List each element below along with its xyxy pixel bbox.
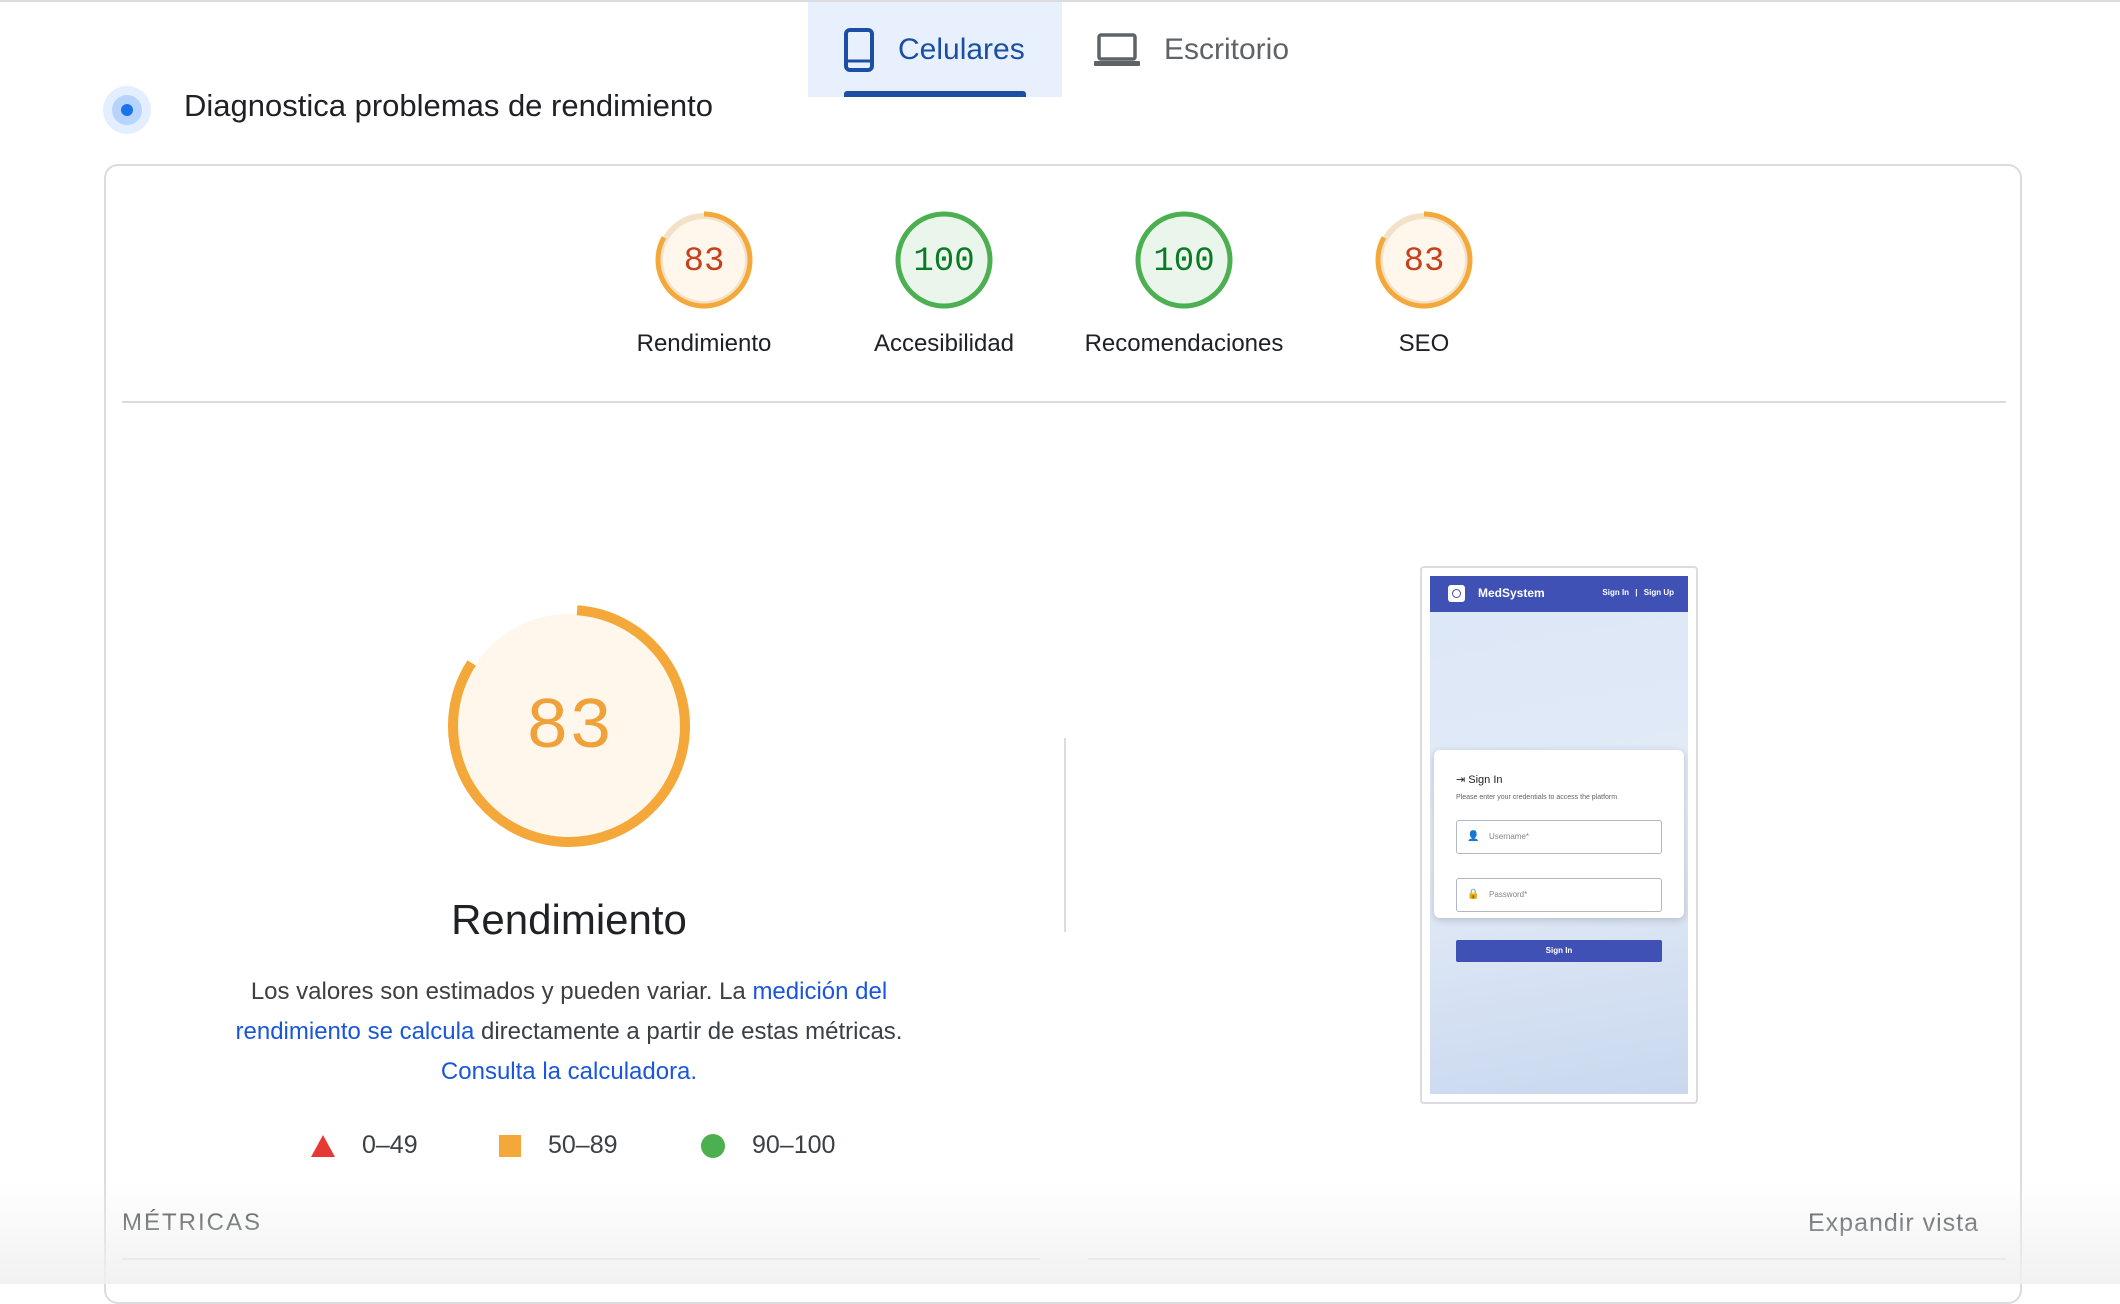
- calculator-link[interactable]: Consulta la calculadora.: [441, 1058, 697, 1085]
- lock-icon: 🔒: [1467, 889, 1480, 900]
- screenshot-card-title: ⇥ Sign In: [1456, 773, 1503, 786]
- performance-score: 83: [526, 687, 612, 769]
- legend-average: 50–89: [498, 1131, 618, 1160]
- desc-text: directamente a partir de estas métricas.: [474, 1018, 903, 1045]
- laptop-icon: [1094, 32, 1140, 66]
- gauge-label: SEO: [1398, 330, 1450, 357]
- gauge-ring: 100: [895, 211, 993, 309]
- mobile-phone-icon: [844, 27, 874, 72]
- gauge-ring: 83: [655, 211, 753, 309]
- legend-pass: 90–100: [700, 1131, 835, 1160]
- gauge-ring: 100: [1135, 211, 1233, 309]
- screenshot-password-placeholder: Password*: [1489, 890, 1528, 899]
- legend-range: 90–100: [752, 1131, 836, 1159]
- performance-description: Los valores son estimados y pueden varia…: [200, 972, 938, 1092]
- divider: [1088, 1258, 2006, 1260]
- tab-desktop-label: Escritorio: [1164, 32, 1290, 66]
- red-triangle-icon: [311, 1134, 335, 1157]
- screenshot-nav-separator: |: [1635, 588, 1638, 597]
- metrics-heading: MÉTRICAS: [122, 1209, 263, 1236]
- screenshot-card-subtitle: Please enter your credentials to access …: [1456, 794, 1618, 801]
- tab-desktop[interactable]: Escritorio: [1094, 2, 1324, 97]
- legend-range: 50–89: [548, 1131, 618, 1159]
- screenshot-signin-card: ⇥ Sign In Please enter your credentials …: [1434, 750, 1684, 962]
- medsystem-logo-icon: [1448, 585, 1465, 602]
- gauge-value: 83: [684, 243, 725, 281]
- divider: [122, 401, 2006, 403]
- gauge-ring: 83: [1375, 211, 1473, 309]
- score-gauge-performance[interactable]: 83 Rendimiento: [604, 210, 804, 358]
- gauge-value: 100: [1153, 243, 1214, 281]
- legend-fail: 0–49: [310, 1131, 418, 1160]
- screenshot-card-title-text: Sign In: [1468, 774, 1503, 786]
- screenshot-sign-up-link: Sign Up: [1643, 588, 1674, 597]
- performance-title: Rendimiento: [451, 896, 687, 943]
- score-gauge-seo[interactable]: 83 SEO: [1324, 210, 1524, 358]
- screenshot-navbar: MedSystem Sign In | Sign Up: [1430, 576, 1688, 612]
- screenshot-username-field: 👤 Username*: [1456, 820, 1662, 854]
- screenshot-signin-button: Sign In: [1456, 940, 1662, 962]
- divider: [122, 1258, 1040, 1260]
- score-gauge-accessibility[interactable]: 100 Accesibilidad: [844, 210, 1044, 358]
- tab-mobile-label: Celulares: [898, 32, 1025, 66]
- gauge-label: Recomendaciones: [1084, 330, 1284, 357]
- login-icon: ⇥: [1456, 774, 1469, 786]
- screenshot-username-placeholder: Username*: [1489, 832, 1530, 841]
- expand-view-button[interactable]: Expandir vista: [1808, 1209, 1979, 1238]
- green-circle-icon: [701, 1133, 725, 1158]
- legend-range: 0–49: [362, 1131, 418, 1159]
- tab-mobile[interactable]: Celulares: [808, 2, 1062, 97]
- gauge-value: 100: [913, 243, 974, 281]
- orange-square-icon: [499, 1134, 521, 1157]
- screenshot-sign-in-link: Sign In: [1602, 588, 1630, 597]
- gauge-label: Accesibilidad: [873, 330, 1015, 357]
- screenshot-brand: MedSystem: [1478, 586, 1545, 600]
- score-gauge-best-practices[interactable]: 100 Recomendaciones: [1084, 210, 1284, 358]
- screenshot-nav-links: Sign In | Sign Up: [1598, 588, 1674, 597]
- screenshot-password-field: 🔒 Password*: [1456, 878, 1662, 912]
- performance-gauge-large: 83: [448, 605, 690, 847]
- page-screenshot: MedSystem Sign In | Sign Up ⇥ Sign In Pl…: [1430, 576, 1688, 1094]
- gauge-value: 83: [1404, 243, 1445, 281]
- active-tab-indicator: [844, 91, 1026, 97]
- gauge-label: Rendimiento: [636, 330, 772, 357]
- vertical-divider: [1064, 738, 1066, 932]
- user-icon: 👤: [1467, 831, 1480, 842]
- desc-text: Los valores son estimados y pueden varia…: [250, 978, 753, 1005]
- diagnose-pulse-icon: [103, 86, 151, 134]
- page-title: Diagnostica problemas de rendimiento: [184, 88, 714, 123]
